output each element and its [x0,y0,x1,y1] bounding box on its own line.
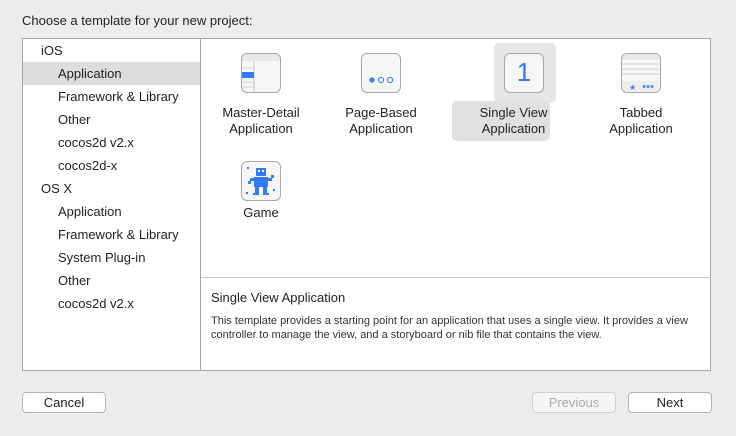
sidebar-item-ios-other[interactable]: Other [23,108,200,131]
single-view-icon: 1 [504,53,544,93]
tabbed-icon: ★ [621,53,661,93]
game-icon [241,161,281,201]
template-label-line1: Single View [479,105,548,120]
cancel-button[interactable]: Cancel [22,392,106,413]
template-label-line1: Master-Detail [222,105,300,120]
next-button[interactable]: Next [628,392,712,413]
master-detail-icon [241,53,281,93]
sidebar-heading-osx: OS X [41,181,73,196]
svg-text:★: ★ [629,83,636,92]
sidebar-item-ios-application[interactable]: Application [23,62,200,85]
template-label-line2: Application [481,121,546,136]
sidebar-item-osx-cocos2d-v2x[interactable]: cocos2d v2.x [23,292,200,315]
sidebar-item-osx-application[interactable]: Application [23,200,200,223]
template-description: Single View Application This template pr… [201,278,711,370]
dialog-prompt: Choose a template for your new project: [22,13,253,28]
previous-button[interactable]: Previous [532,392,616,413]
description-title: Single View Application [211,290,346,305]
template-label-line2: Application [609,121,673,136]
template-single-view[interactable]: 1 Single View Application [441,39,561,141]
template-master-detail[interactable]: Master-Detail Application [201,39,321,139]
category-sidebar: iOS Application Framework & Library Othe… [23,39,201,370]
template-label-line2: Application [349,121,413,136]
template-label-line1: Tabbed [619,105,663,120]
template-grid: Master-Detail Application Page-Based App… [201,39,711,278]
sidebar-item-osx-framework-library[interactable]: Framework & Library [23,223,200,246]
template-label-line2: Application [229,121,293,136]
template-game[interactable]: Game [201,147,321,247]
sidebar-item-ios-cocos2d-x[interactable]: cocos2d-x [23,154,200,177]
sidebar-heading-ios: iOS [41,43,63,58]
sidebar-item-osx-system-plugin[interactable]: System Plug-in [23,246,200,269]
page-based-icon [361,53,401,93]
template-label-line1: Page-Based [345,105,417,120]
template-tabbed[interactable]: ★ Tabbed Application [581,39,701,139]
template-page-based[interactable]: Page-Based Application [321,39,441,139]
sidebar-item-osx-other[interactable]: Other [23,269,200,292]
sidebar-item-ios-cocos2d-v2x[interactable]: cocos2d v2.x [23,131,200,154]
description-body: This template provides a starting point … [211,315,688,341]
sidebar-item-ios-framework-library[interactable]: Framework & Library [23,85,200,108]
template-label-line1: Game [243,205,279,220]
single-view-glyph: 1 [516,57,532,87]
template-panel: iOS Application Framework & Library Othe… [22,38,711,371]
